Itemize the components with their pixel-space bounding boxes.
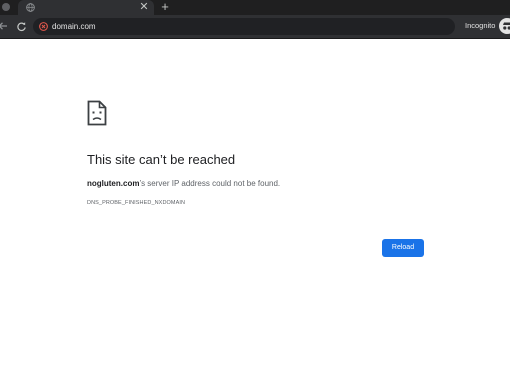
browser-window: ✕ + domain.com Incognito This site can’t…: [0, 0, 510, 382]
url-text[interactable]: domain.com: [52, 20, 96, 33]
address-bar[interactable]: domain.com: [33, 18, 455, 35]
error-description-text: ’s server IP address could not be found.: [139, 179, 281, 188]
sad-page-icon: [87, 100, 107, 126]
incognito-icon[interactable]: [499, 18, 510, 34]
error-host: nogluten.com: [87, 179, 140, 188]
refresh-icon: [16, 22, 26, 32]
browser-toolbar: domain.com Incognito: [0, 15, 510, 39]
window-control-dot[interactable]: [2, 3, 10, 11]
reload-icon[interactable]: [14, 19, 28, 33]
incognito-label: Incognito: [465, 21, 496, 30]
close-tab-icon[interactable]: ✕: [138, 1, 150, 13]
error-code: DNS_PROBE_FINISHED_NXDOMAIN: [87, 200, 186, 206]
globe-icon: [26, 3, 35, 12]
active-tab[interactable]: ✕: [18, 0, 154, 15]
incognito-glyph: [503, 22, 510, 30]
tab-strip: ✕ +: [0, 0, 510, 15]
error-icon[interactable]: [39, 22, 48, 31]
error-description: nogluten.com’s server IP address could n…: [87, 178, 280, 190]
back-button[interactable]: [0, 19, 10, 33]
error-title: This site can’t be reached: [87, 152, 236, 167]
reload-button[interactable]: Reload: [382, 239, 424, 257]
arrow-back-icon: [0, 22, 7, 30]
new-tab-button[interactable]: +: [158, 0, 172, 14]
